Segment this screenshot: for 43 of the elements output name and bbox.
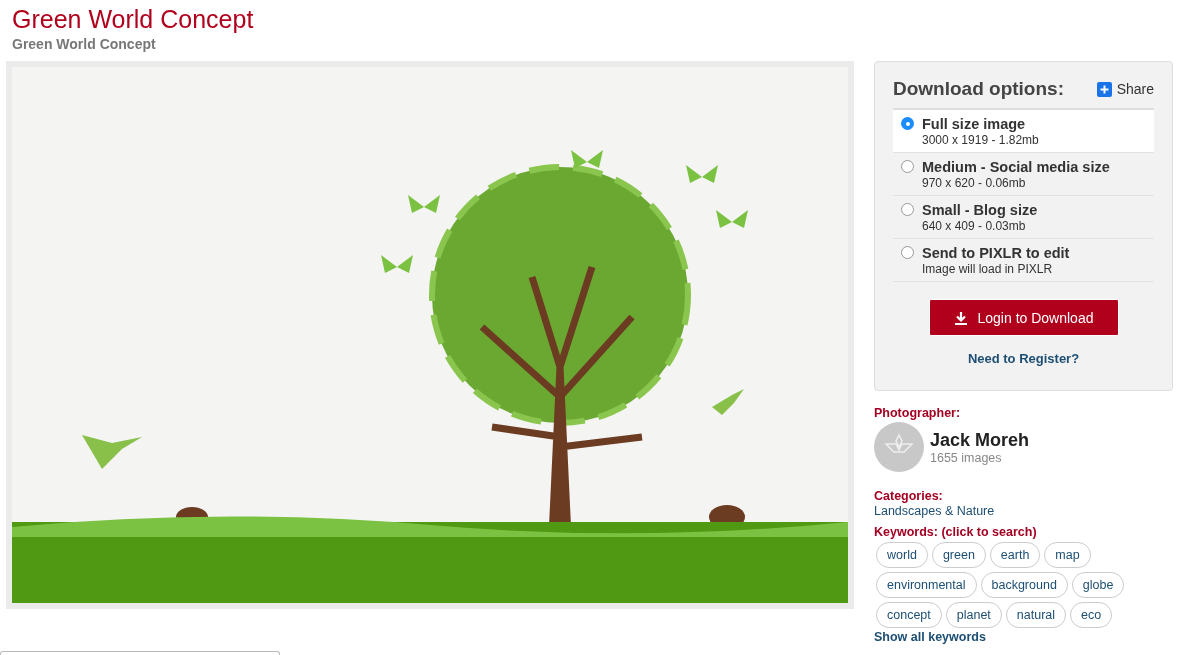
option-label: Send to PIXLR to edit — [922, 244, 1070, 262]
option-label: Full size image — [922, 115, 1027, 133]
keywords-label: Keywords: (click to search) — [874, 524, 1037, 540]
keyword-tag[interactable]: green — [931, 542, 986, 568]
radio-button[interactable] — [901, 246, 914, 259]
show-keywords-link[interactable]: Show all keywords — [874, 630, 986, 644]
avatar-icon — [874, 422, 924, 472]
option-detail: Image will load in PIXLR — [922, 262, 1054, 276]
keyword-tag[interactable]: planet — [945, 602, 1002, 628]
page-title: Green World Concept — [12, 4, 254, 34]
keyword-tag[interactable]: earth — [989, 542, 1041, 568]
register-link[interactable]: Need to Register? — [967, 351, 1080, 366]
option-detail: 640 x 409 - 0.03mb — [922, 219, 1027, 233]
categories-label: Categories: — [874, 488, 943, 504]
option-label: Small - Blog size — [922, 201, 1038, 219]
download-option[interactable]: Small - Blog size 640 x 409 - 0.03mb — [893, 196, 1154, 239]
page-subtitle: Green World Concept — [12, 35, 156, 53]
share-link[interactable]: Share — [1096, 81, 1154, 97]
download-heading: Download options: — [893, 78, 1064, 100]
option-label: Medium - Social media size — [922, 158, 1110, 176]
download-icon — [953, 310, 968, 325]
keyword-tag[interactable]: concept — [876, 602, 942, 628]
download-option[interactable]: Full size image 3000 x 1919 - 1.82mb — [893, 110, 1154, 153]
option-detail: 3000 x 1919 - 1.82mb — [922, 133, 1039, 147]
photographer-label: Photographer: — [874, 405, 961, 421]
radio-button[interactable] — [901, 160, 914, 173]
radio-button[interactable] — [901, 117, 914, 130]
keyword-tag[interactable]: eco — [1070, 602, 1113, 628]
keyword-tag[interactable]: environmental — [876, 572, 977, 598]
image-count: 1655 images — [930, 451, 1003, 465]
keyword-tag[interactable]: natural — [1005, 602, 1067, 628]
radio-button[interactable] — [901, 203, 914, 216]
category-link[interactable]: Landscapes & Nature — [874, 504, 995, 518]
login-download-button[interactable]: Login to Download — [928, 299, 1119, 336]
keyword-tag[interactable]: background — [980, 572, 1068, 598]
photographer-name[interactable]: Jack Moreh — [930, 429, 1030, 451]
download-option[interactable]: Medium - Social media size 970 x 620 - 0.06mb — [893, 153, 1154, 196]
option-detail: 970 x 620 - 0.06mb — [922, 176, 1027, 190]
plus-icon — [1096, 81, 1112, 97]
keyword-tag[interactable]: globe — [1071, 572, 1125, 598]
download-option[interactable]: Send to PIXLR to edit Image will load in PIXLR — [893, 239, 1154, 282]
keyword-tag[interactable]: world — [876, 542, 928, 568]
keyword-tag[interactable]: map — [1044, 542, 1091, 568]
